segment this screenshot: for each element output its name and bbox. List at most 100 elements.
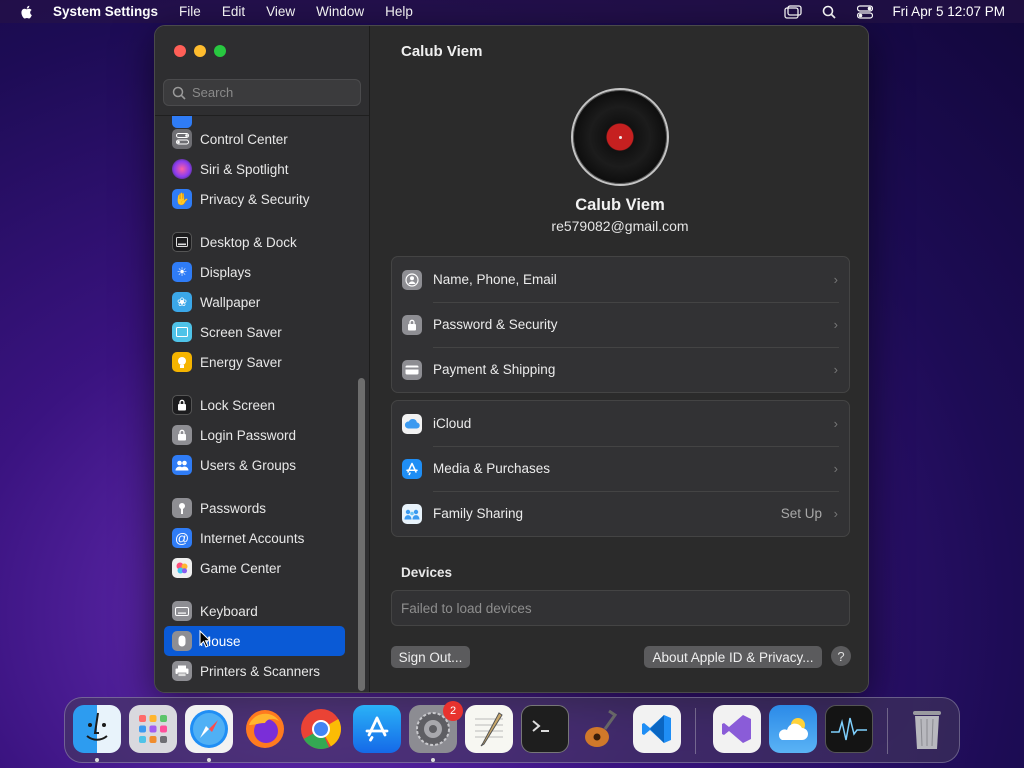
- row-icloud[interactable]: iCloud ›: [392, 401, 849, 446]
- menu-app-name[interactable]: System Settings: [53, 4, 158, 19]
- sidebar-item-game-center[interactable]: Game Center: [164, 553, 345, 583]
- users-icon: [172, 455, 192, 475]
- sidebar-item-internet-accounts[interactable]: @ Internet Accounts: [164, 523, 345, 553]
- dock-activity-monitor-icon[interactable]: [825, 705, 873, 753]
- dock-firefox-icon[interactable]: [241, 705, 289, 753]
- dock-running-indicator: [431, 758, 435, 762]
- sidebar-item-users-groups[interactable]: Users & Groups: [164, 450, 345, 480]
- sidebar-item-login-password[interactable]: Login Password: [164, 420, 345, 450]
- siri-icon: [172, 159, 192, 179]
- menu-edit[interactable]: Edit: [222, 4, 245, 19]
- sidebar: Control Center Siri & Spotlight ✋ Privac…: [155, 26, 370, 692]
- screen-mirroring-icon[interactable]: [784, 4, 803, 20]
- sidebar-item-label: Login Password: [200, 427, 297, 443]
- mouse-icon: [172, 631, 192, 651]
- dock-garageband-icon[interactable]: [577, 705, 625, 753]
- dock-app-store-icon[interactable]: [353, 705, 401, 753]
- sidebar-item-label: Passwords: [200, 500, 267, 516]
- user-name: Calub Viem: [575, 196, 665, 214]
- menu-view[interactable]: View: [266, 4, 295, 19]
- sidebar-item-label: Printers & Scanners: [200, 663, 321, 679]
- chevron-right-icon: ›: [833, 461, 838, 476]
- row-name-phone-email[interactable]: Name, Phone, Email ›: [392, 257, 849, 302]
- sidebar-item-printers-scanners[interactable]: Printers & Scanners: [164, 656, 345, 686]
- key-icon: [172, 498, 192, 518]
- dock-chrome-icon[interactable]: [297, 705, 345, 753]
- menu-bar: System Settings File Edit View Window He…: [0, 0, 1024, 23]
- sidebar-item-keyboard[interactable]: Keyboard: [164, 596, 345, 626]
- sidebar-item-wallpaper[interactable]: ❀ Wallpaper: [164, 287, 345, 317]
- avatar[interactable]: [571, 88, 669, 186]
- row-media-purchases[interactable]: Media & Purchases ›: [392, 446, 849, 491]
- dock-textedit-icon[interactable]: [465, 705, 513, 753]
- sidebar-item-label: Displays: [200, 264, 252, 280]
- sidebar-scrollbar[interactable]: [358, 378, 365, 692]
- sidebar-item-mouse[interactable]: Mouse: [164, 626, 345, 656]
- sidebar-search[interactable]: [163, 79, 361, 106]
- dock-visual-studio-icon[interactable]: [713, 705, 761, 753]
- sidebar-item-screen-saver[interactable]: Screen Saver: [164, 317, 345, 347]
- card-icon: [402, 359, 422, 380]
- row-password-security[interactable]: Password & Security ›: [392, 302, 849, 347]
- sidebar-item-control-center[interactable]: Control Center: [164, 124, 345, 154]
- minimize-window-button[interactable]: [194, 45, 206, 57]
- help-button[interactable]: ?: [831, 646, 851, 666]
- chevron-right-icon: ›: [833, 317, 838, 332]
- sidebar-item-label: Internet Accounts: [200, 530, 305, 546]
- sidebar-item-label: Energy Saver: [200, 354, 282, 370]
- dock-system-settings-icon[interactable]: 2: [409, 701, 463, 753]
- menu-window[interactable]: Window: [316, 4, 364, 19]
- dock-launchpad-icon[interactable]: [129, 705, 177, 753]
- about-apple-id-privacy-button[interactable]: About Apple ID & Privacy...: [644, 646, 822, 668]
- dock-safari-icon[interactable]: [185, 705, 233, 753]
- search-icon: [172, 86, 186, 100]
- menu-file[interactable]: File: [179, 4, 201, 19]
- sign-out-button[interactable]: Sign Out...: [391, 646, 470, 668]
- hand-icon: ✋: [172, 189, 192, 209]
- close-window-button[interactable]: [174, 45, 186, 57]
- sidebar-item-displays[interactable]: ☀ Displays: [164, 257, 345, 287]
- app-store-icon: [402, 458, 422, 479]
- sidebar-item-label: Users & Groups: [200, 457, 297, 473]
- sidebar-list[interactable]: Control Center Siri & Spotlight ✋ Privac…: [155, 116, 369, 692]
- search-input[interactable]: [192, 85, 352, 100]
- row-label: Payment & Shipping: [433, 362, 556, 377]
- sidebar-scrollbar-thumb[interactable]: [358, 378, 365, 691]
- dock-trash-icon[interactable]: [903, 705, 951, 753]
- sidebar-item-lock-screen[interactable]: Lock Screen: [164, 390, 345, 420]
- sidebar-item-desktop-dock[interactable]: Desktop & Dock: [164, 227, 345, 257]
- control-center-icon[interactable]: [856, 4, 874, 20]
- dock-finder-icon[interactable]: [73, 705, 121, 753]
- sidebar-item-energy-saver[interactable]: Energy Saver: [164, 347, 345, 377]
- row-label: Media & Purchases: [433, 461, 551, 476]
- printer-icon: [172, 661, 192, 681]
- menu-help[interactable]: Help: [385, 4, 413, 19]
- chevron-right-icon: ›: [833, 506, 838, 521]
- desktop-dock-icon: [172, 232, 192, 252]
- sidebar-item-siri-spotlight[interactable]: Siri & Spotlight: [164, 154, 345, 184]
- apple-logo-icon[interactable]: [19, 4, 35, 20]
- dock-weather-icon[interactable]: [769, 705, 817, 753]
- dock-terminal-icon[interactable]: [521, 705, 569, 753]
- at-icon: @: [172, 528, 192, 548]
- bulb-icon: [172, 352, 192, 372]
- sidebar-item-privacy-security[interactable]: ✋ Privacy & Security: [164, 184, 345, 214]
- menu-clock[interactable]: Fri Apr 5 12:07 PM: [892, 4, 1005, 19]
- chevron-right-icon: ›: [833, 272, 838, 287]
- vinyl-record-icon: [619, 136, 622, 139]
- dock-vscode-icon[interactable]: [633, 705, 681, 753]
- icloud-icon: [402, 413, 422, 434]
- user-email: re579082@gmail.com: [551, 218, 689, 234]
- row-payment-shipping[interactable]: Payment & Shipping ›: [392, 347, 849, 392]
- spotlight-search-icon[interactable]: [820, 4, 838, 20]
- sidebar-item-label: Siri & Spotlight: [200, 161, 289, 177]
- family-icon: [402, 503, 422, 524]
- row-label: Password & Security: [433, 317, 558, 332]
- screen-saver-icon: [172, 322, 192, 342]
- sidebar-item-passwords[interactable]: Passwords: [164, 493, 345, 523]
- zoom-window-button[interactable]: [214, 45, 226, 57]
- sidebar-item-label: Keyboard: [200, 603, 258, 619]
- dock-divider: [695, 708, 696, 754]
- window-controls: [174, 45, 226, 57]
- row-family-sharing[interactable]: Family Sharing Set Up ›: [392, 491, 849, 536]
